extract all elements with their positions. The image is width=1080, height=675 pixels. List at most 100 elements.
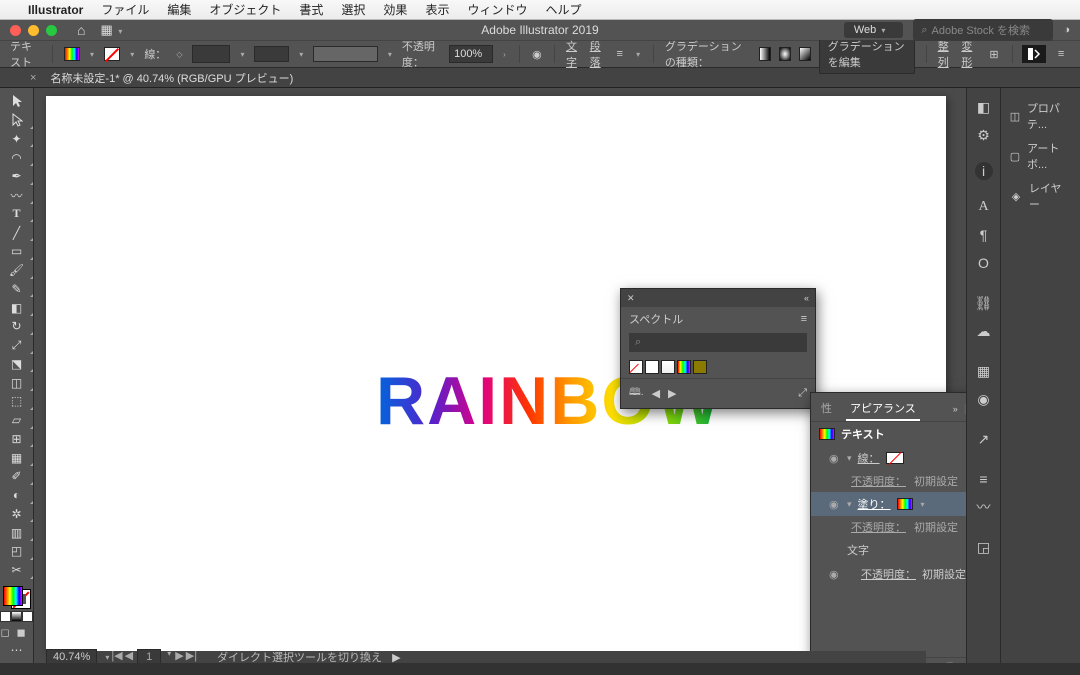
menu-object[interactable]: オブジェクト xyxy=(209,1,281,18)
linear-gradient-button[interactable] xyxy=(759,47,771,61)
draw-behind[interactable]: ◼ xyxy=(17,626,33,640)
paragraph-panel-link[interactable]: 段落 xyxy=(590,38,606,70)
swatch-prev-icon[interactable]: ◀ xyxy=(652,387,660,400)
menu-select[interactable]: 選択 xyxy=(341,1,365,18)
free-transform-tool[interactable]: ◫ xyxy=(0,373,34,392)
essentials-icon[interactable] xyxy=(1022,45,1046,63)
character-panel-link[interactable]: 文字 xyxy=(566,38,582,70)
workspace-switcher[interactable]: Web ▾ xyxy=(844,22,904,38)
transform-panel-link[interactable]: 変形 xyxy=(961,38,977,70)
panel-collapse-icon[interactable]: « xyxy=(804,293,809,303)
perspective-tool[interactable]: ▱ xyxy=(0,411,34,430)
rectangle-tool[interactable]: ▭ xyxy=(0,242,34,261)
clear-appearance-icon[interactable]: ⊘ xyxy=(929,662,938,663)
paintbrush-tool[interactable]: 🖌 xyxy=(0,261,34,280)
menu-help[interactable]: ヘルプ xyxy=(545,1,581,18)
color-mode-solid[interactable] xyxy=(0,611,11,622)
panel-collapse-icon[interactable]: » xyxy=(953,404,958,414)
stroke-swatch[interactable] xyxy=(104,47,120,61)
hidden-tab[interactable]: 性 xyxy=(817,397,836,421)
swatch-search[interactable]: ⌕ xyxy=(629,333,807,352)
artboard-tool[interactable]: ◰ xyxy=(0,542,34,561)
document-tab[interactable]: 名称未設定-1* @ 40.74% (RGB/GPU プレビュー) xyxy=(42,70,301,86)
blend-tool[interactable]: ◐ xyxy=(0,486,34,505)
appearance-stroke-row[interactable]: ◉ ▾ 線： xyxy=(811,446,966,470)
shaper-tool[interactable]: ✎ xyxy=(0,280,34,299)
window-fullscreen[interactable] xyxy=(46,25,57,36)
adobe-stock-search[interactable]: ⌕ Adobe Stock を検索 xyxy=(913,19,1053,41)
status-next-icon[interactable]: ▶ xyxy=(392,651,400,664)
swatch-next-icon[interactable]: ▶ xyxy=(668,387,676,400)
slice-tool[interactable]: ✂ xyxy=(0,561,34,580)
appearance-fill-row[interactable]: ◉ ▾ 塗り： ▾ xyxy=(811,492,966,516)
paragraph-panel-icon[interactable]: ¶ xyxy=(970,222,998,248)
swatches-panel[interactable]: ✕ « スペクトル ≡ ⌕ 🕮. ◀ ▶ ⤢ xyxy=(620,288,816,409)
menu-view[interactable]: 表示 xyxy=(425,1,449,18)
artboard-panel-item[interactable]: ▢ アートボ... xyxy=(1001,136,1080,176)
cc-libraries-icon[interactable]: ☁ xyxy=(970,318,998,344)
freeform-gradient-button[interactable] xyxy=(799,47,811,61)
character-panel-icon[interactable]: A xyxy=(970,194,998,220)
artboard-last-icon[interactable]: ▶| xyxy=(186,649,197,663)
swatches-panel-icon[interactable]: ▦ xyxy=(970,358,998,384)
menu-effect[interactable]: 効果 xyxy=(383,1,407,18)
artboard-first-icon[interactable]: |◀ xyxy=(111,649,122,663)
home-button[interactable]: ⌂ xyxy=(77,22,85,38)
asset-export-icon[interactable]: ◲ xyxy=(970,534,998,560)
stroke-weight-caret[interactable]: ◇ xyxy=(174,50,184,59)
duplicate-icon[interactable]: ⎘ xyxy=(946,662,955,663)
visibility-icon[interactable]: ◉ xyxy=(829,498,841,511)
swatch-expand-icon[interactable]: ⤢ xyxy=(798,387,807,400)
window-close[interactable] xyxy=(10,25,21,36)
panel-menu-icon[interactable]: ≡ xyxy=(1052,45,1070,63)
info-icon[interactable]: i xyxy=(975,162,993,180)
menu-type[interactable]: 書式 xyxy=(299,1,323,18)
arrange-documents-button[interactable]: ▦ ▾ xyxy=(100,22,124,38)
mesh-tool[interactable]: ⊞ xyxy=(0,430,34,449)
expand-caret-icon[interactable]: ▾ xyxy=(847,499,852,510)
appearance-tab[interactable]: アピアランス xyxy=(846,397,920,421)
pen-tool[interactable]: ✒ xyxy=(0,167,34,186)
selection-tool[interactable] xyxy=(0,92,34,111)
visibility-icon[interactable]: ◉ xyxy=(829,452,841,465)
properties-panel-item[interactable]: ◫ プロパテ... xyxy=(1001,96,1080,136)
color-guide-icon[interactable]: ◉ xyxy=(970,386,998,412)
width-tool[interactable]: ⬔ xyxy=(0,355,34,374)
swatches-tab[interactable]: スペクトル xyxy=(629,311,683,327)
layers-panel-item[interactable]: ◈ レイヤー xyxy=(1001,176,1080,216)
window-minimize[interactable] xyxy=(28,25,39,36)
column-graph-tool[interactable]: ▥ xyxy=(0,523,34,542)
fill-color[interactable] xyxy=(3,586,23,606)
type-tool[interactable]: T xyxy=(0,205,34,224)
menu-file[interactable]: ファイル xyxy=(101,1,149,18)
artboard-prev-icon[interactable]: ◀ xyxy=(125,649,133,663)
color-mode-none[interactable] xyxy=(22,611,33,622)
edit-toolbar[interactable]: ⋯ xyxy=(0,640,34,659)
eyedropper-tool[interactable]: ✐ xyxy=(0,467,34,486)
cloud-status-icon[interactable]: ◑ xyxy=(1063,24,1070,36)
stroke-panel-icon[interactable]: ≡ xyxy=(970,466,998,492)
menu-window[interactable]: ウィンドウ xyxy=(467,1,527,18)
direct-selection-tool[interactable] xyxy=(0,111,34,130)
stroke-weight-input[interactable] xyxy=(192,45,230,63)
fill-stroke-control[interactable] xyxy=(3,586,31,610)
line-tool[interactable]: ╱ xyxy=(0,223,34,242)
stroke-none-swatch[interactable] xyxy=(886,452,904,464)
recolor-artwork-icon[interactable]: ◉ xyxy=(530,45,543,63)
scale-tool[interactable]: ⤢ xyxy=(0,336,34,355)
stroke-opacity-row[interactable]: 不透明度： 初期設定 xyxy=(811,470,966,492)
brushes-panel-icon[interactable]: 〰 xyxy=(970,494,998,520)
rotate-tool[interactable]: ↻ xyxy=(0,317,34,336)
swatch-none[interactable] xyxy=(629,360,643,374)
align-options-icon[interactable]: ≡ xyxy=(613,45,626,63)
swatch-olive[interactable] xyxy=(693,360,707,374)
visibility-icon[interactable]: ◉ xyxy=(829,568,841,581)
symbol-sprayer-tool[interactable]: ✲ xyxy=(0,505,34,524)
swatch-white[interactable] xyxy=(661,360,675,374)
artboard-next-icon[interactable]: ▶ xyxy=(175,649,183,663)
artboard-number[interactable]: 1 xyxy=(137,649,161,663)
appearance-panel[interactable]: 性 アピアランス » | ≡ テキスト ◉ ▾ 線： 不透明度： 初期設 xyxy=(810,392,966,663)
canvas[interactable]: RAINBOW ✕ « スペクトル ≡ ⌕ 🕮. xyxy=(34,88,966,663)
links-panel-icon[interactable]: ⛓ xyxy=(970,290,998,316)
app-menu[interactable]: Illustrator xyxy=(28,3,83,17)
